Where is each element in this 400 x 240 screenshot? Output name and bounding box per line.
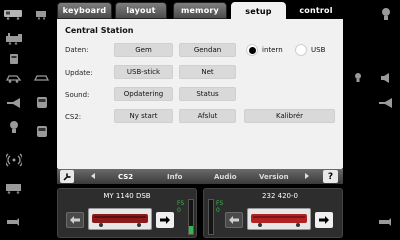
radio-intern-label: intern <box>262 46 283 54</box>
loco-name: MY 1140 DSB <box>103 192 151 200</box>
radio-waves-icon[interactable] <box>0 153 28 167</box>
steam-locomotive-icon[interactable] <box>0 32 28 46</box>
subnav-version[interactable]: Version <box>259 169 289 184</box>
fs-readout: FS 0 <box>216 200 224 214</box>
direction-left-button[interactable] <box>66 212 84 228</box>
tab-layout[interactable]: layout <box>115 2 167 19</box>
daten-label: Daten: <box>65 46 89 54</box>
bulb-small-icon[interactable] <box>344 71 372 85</box>
tab-keyboard[interactable]: keyboard <box>57 2 112 19</box>
right-function-column <box>372 0 400 240</box>
panel-title: Central Station <box>65 26 134 35</box>
tender-icon[interactable] <box>28 7 56 21</box>
direction-left-button[interactable] <box>225 212 243 228</box>
direction-right-button[interactable] <box>156 212 174 228</box>
subnav-info[interactable]: Info <box>167 169 182 184</box>
cs2-label: CS2: <box>65 113 82 121</box>
horn-icon[interactable] <box>0 96 28 110</box>
car-outline-icon[interactable] <box>0 71 28 85</box>
subnav-audio[interactable]: Audio <box>214 169 237 184</box>
bulb-icon[interactable] <box>372 7 400 21</box>
speed-bar[interactable] <box>188 199 194 235</box>
loco-controller-right: FS 0 232 420-0 <box>203 188 343 238</box>
restart-button[interactable]: Ny start <box>114 109 173 123</box>
tab-control[interactable]: control <box>289 2 343 19</box>
restore-button[interactable]: Gendan <box>179 43 236 57</box>
save-button[interactable]: Gem <box>114 43 173 57</box>
update-label: Update: <box>65 69 93 77</box>
radio-usb-label: USB <box>311 46 326 54</box>
car-side-icon[interactable] <box>28 71 56 85</box>
sound-update-button[interactable]: Opdatering <box>114 87 173 101</box>
loco-name: 232 420-0 <box>262 192 298 200</box>
sound-status-button[interactable]: Status <box>179 87 236 101</box>
usb-stick-button[interactable]: USB-stick <box>114 65 173 79</box>
subnav-prev-icon[interactable] <box>91 173 95 179</box>
setup-panel: Central Station Daten: Gem Gendan intern… <box>57 19 343 169</box>
radio-intern[interactable] <box>246 44 258 56</box>
locomotive-icon[interactable] <box>0 7 28 21</box>
sound-label: Sound: <box>65 91 90 99</box>
horn-icon[interactable] <box>372 96 400 110</box>
wrench-icon[interactable] <box>60 170 74 183</box>
whistle-icon[interactable] <box>0 215 28 229</box>
loco-image <box>247 208 311 230</box>
loco-controller-left: MY 1140 DSB FS 0 <box>57 188 197 238</box>
bus-icon[interactable] <box>28 96 56 110</box>
tram-icon[interactable] <box>28 125 56 139</box>
subnav-next-icon[interactable] <box>305 173 309 179</box>
direction-right-button[interactable] <box>315 212 333 228</box>
left-function-column <box>0 0 28 240</box>
fs-readout: FS 0 <box>177 200 185 214</box>
tab-memory[interactable]: memory <box>173 2 227 19</box>
shutdown-button[interactable]: Afslut <box>179 109 236 123</box>
subnav-cs2[interactable]: CS2 <box>118 169 133 184</box>
whistle-icon[interactable] <box>372 215 400 229</box>
car-icon[interactable] <box>0 52 28 66</box>
radio-usb[interactable] <box>295 44 307 56</box>
speaker-icon[interactable] <box>372 71 400 85</box>
help-button[interactable]: ? <box>323 170 338 183</box>
bulb-icon[interactable] <box>0 120 28 134</box>
wagon-icon[interactable] <box>0 181 28 195</box>
main-tabs: keyboard layout memory setup control <box>57 2 343 20</box>
calibrate-button[interactable]: Kalibrér <box>244 109 335 123</box>
net-button[interactable]: Net <box>179 65 236 79</box>
tab-setup[interactable]: setup <box>231 2 286 20</box>
speed-bar[interactable] <box>208 199 214 235</box>
setup-subnav: CS2 Info Audio Version ? <box>57 169 343 184</box>
right-function-column-2 <box>344 0 372 240</box>
loco-image <box>88 208 152 230</box>
left-function-column-2 <box>28 0 56 240</box>
